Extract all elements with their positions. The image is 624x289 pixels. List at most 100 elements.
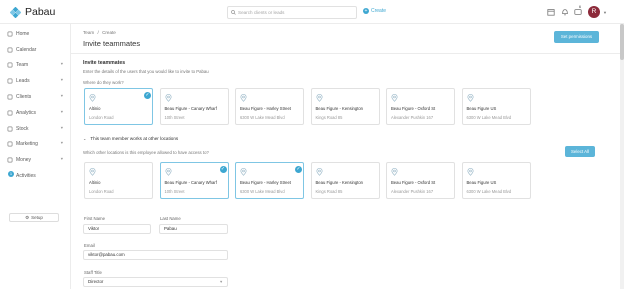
chevron-down-icon: ▼	[60, 126, 64, 130]
chevron-down-icon: ▼	[60, 157, 64, 161]
location-address: Alexander Pushkin 167	[391, 189, 434, 194]
set-permissions-button[interactable]: Set permissions	[554, 31, 599, 43]
home-icon	[7, 31, 13, 37]
location-pin-icon	[466, 168, 474, 176]
first-name-label: First Name	[84, 216, 106, 221]
email-label: Email	[84, 243, 95, 248]
sidebar-item-money[interactable]: Money ▼	[0, 154, 71, 166]
top-bar: Pabau Search clients or leads + Create 6…	[0, 0, 624, 24]
chevron-down-icon: ⌄	[83, 136, 87, 141]
sidebar-item-clients[interactable]: Clients ▼	[0, 91, 71, 103]
location-name: Beau Figure - Harley Street	[240, 180, 291, 185]
sidebar-item-label: Calendar	[16, 47, 37, 53]
sidebar-item-stock[interactable]: Stock ▼	[0, 123, 71, 135]
location-name: Beau Figure - Kensington	[315, 106, 364, 111]
sidebar-item-leads[interactable]: Leads ▼	[0, 75, 71, 87]
search-icon	[231, 10, 236, 15]
location-address: Kings Road 85	[315, 189, 343, 194]
calendar-icon[interactable]	[547, 8, 555, 16]
primary-location-card[interactable]: Beau Figure - Canary Wharf 10th Street	[159, 88, 229, 125]
marketing-icon	[7, 141, 13, 147]
setup-button[interactable]: ⚙ Setup	[9, 213, 59, 222]
scrollbar-thumb[interactable]	[620, 24, 624, 60]
other-location-card[interactable]: Beau Figure US 6300 W Lake Mead Blvd	[461, 162, 531, 199]
location-address: 6300 W Lake Mead Blvd	[466, 115, 512, 120]
chevron-down-icon: ▼	[60, 94, 64, 98]
primary-location-card[interactable]: Beau Figure - Harley Street 6300 W Lake M…	[235, 88, 304, 125]
location-pin-icon	[240, 94, 247, 102]
messages-icon[interactable]	[574, 8, 582, 16]
sidebar-item-label: Leads	[16, 78, 30, 84]
page-scrollbar[interactable]	[620, 24, 624, 289]
sidebar-item-calendar[interactable]: Calendar	[0, 44, 71, 56]
location-name: Beau Figure - Harley Street	[240, 106, 291, 111]
location-pin-icon	[89, 168, 96, 176]
sidebar-item-activities[interactable]: 1 Activities	[0, 170, 71, 182]
sidebar-item-label: Money	[16, 157, 32, 163]
other-location-card[interactable]: ✓ Beau Figure - Harley Street 6300 W Lake …	[235, 162, 304, 199]
location-pin-icon	[466, 94, 474, 102]
bell-icon[interactable]	[561, 8, 569, 16]
clients-icon	[7, 94, 13, 100]
location-address: 10th Street	[164, 115, 185, 120]
other-location-card[interactable]: Beau Figure - Kensington Kings Road 85	[310, 162, 380, 199]
check-icon: ✓	[295, 166, 302, 173]
location-name: Altinio	[89, 180, 101, 185]
primary-location-card[interactable]: ✓ Altinio London Road	[84, 88, 153, 125]
other-location-card[interactable]: Altinio London Road	[84, 162, 153, 199]
primary-location-card[interactable]: Beau Figure - Kensington Kings Road 85	[310, 88, 380, 125]
other-locations-toggle[interactable]: ⌄ This team member works at other locati…	[83, 136, 178, 141]
calendar-icon	[7, 47, 13, 53]
last-name-field[interactable]: Pabau	[159, 224, 228, 234]
location-name: Beau Figure - Canary Wharf	[164, 106, 217, 111]
section-description: Enter the details of the users that you …	[83, 69, 209, 74]
primary-location-card[interactable]: Beau Figure US 6300 W Lake Mead Blvd	[461, 88, 531, 125]
location-pin-icon	[391, 94, 398, 102]
location-name: Beau Figure - Oxford St	[391, 106, 436, 111]
sidebar-item-analytics[interactable]: Analytics ▼	[0, 107, 71, 119]
select-all-button[interactable]: Select All	[565, 146, 595, 157]
avatar[interactable]: R	[588, 6, 600, 18]
location-pin-icon	[89, 94, 96, 102]
location-address: London Road	[89, 115, 114, 120]
other-location-card[interactable]: Beau Figure - Oxford St Alexander Pushkin…	[386, 162, 455, 199]
where-label: Where do they work?	[83, 80, 124, 85]
breadcrumb-separator: /	[97, 30, 99, 35]
email-field[interactable]: viktor@pabau.com	[83, 250, 228, 260]
location-name: Altinio	[89, 106, 101, 111]
other-location-card[interactable]: ✓ Beau Figure - Canary Wharf 10th Street	[159, 162, 229, 199]
app-logo[interactable]: Pabau	[10, 6, 55, 18]
sidebar-item-home[interactable]: Home	[0, 28, 71, 40]
staff-title-label: Staff Title	[84, 270, 102, 275]
chevron-down-icon[interactable]: ▼	[603, 10, 607, 15]
pabau-logo-icon	[10, 6, 21, 18]
location-address: 6300 W Lake Mead Blvd	[466, 189, 512, 194]
analytics-icon	[7, 110, 13, 116]
location-name: Beau Figure - Oxford St	[391, 180, 436, 185]
search-placeholder: Search clients or leads	[238, 10, 285, 15]
sidebar-item-label: Clients	[16, 94, 32, 100]
primary-location-card[interactable]: Beau Figure - Oxford St Alexander Pushkin…	[386, 88, 455, 125]
location-name: Beau Figure - Kensington	[315, 180, 364, 185]
location-name: Beau Figure - Canary Wharf	[164, 180, 217, 185]
check-icon: ✓	[144, 92, 151, 99]
app-name: Pabau	[25, 6, 56, 18]
first-name-field[interactable]: Viktor	[83, 224, 151, 234]
location-address: 6300 W Lake Mead Blvd	[240, 115, 285, 120]
staff-title-select[interactable]: Director ▼	[83, 277, 228, 287]
header-divider	[71, 53, 624, 54]
chevron-down-icon: ▼	[60, 141, 64, 145]
chevron-down-icon: ▼	[60, 78, 64, 82]
sidebar-item-label: Stock	[16, 126, 29, 132]
location-name: Beau Figure US	[466, 180, 497, 185]
create-button[interactable]: + Create	[363, 8, 386, 14]
sidebar-item-team[interactable]: Team ▼	[0, 59, 71, 71]
search-input[interactable]: Search clients or leads	[227, 6, 357, 19]
sidebar-item-marketing[interactable]: Marketing ▼	[0, 138, 71, 150]
sidebar: Home Calendar Team ▼ Leads ▼ Clients ▼ Analytics…	[0, 24, 71, 289]
breadcrumb-parent[interactable]: Team	[83, 30, 94, 35]
plus-icon: +	[363, 8, 369, 14]
staff-title-value: Director	[88, 279, 104, 284]
last-name-label: Last Name	[160, 216, 181, 221]
location-address: London Road	[89, 189, 114, 194]
